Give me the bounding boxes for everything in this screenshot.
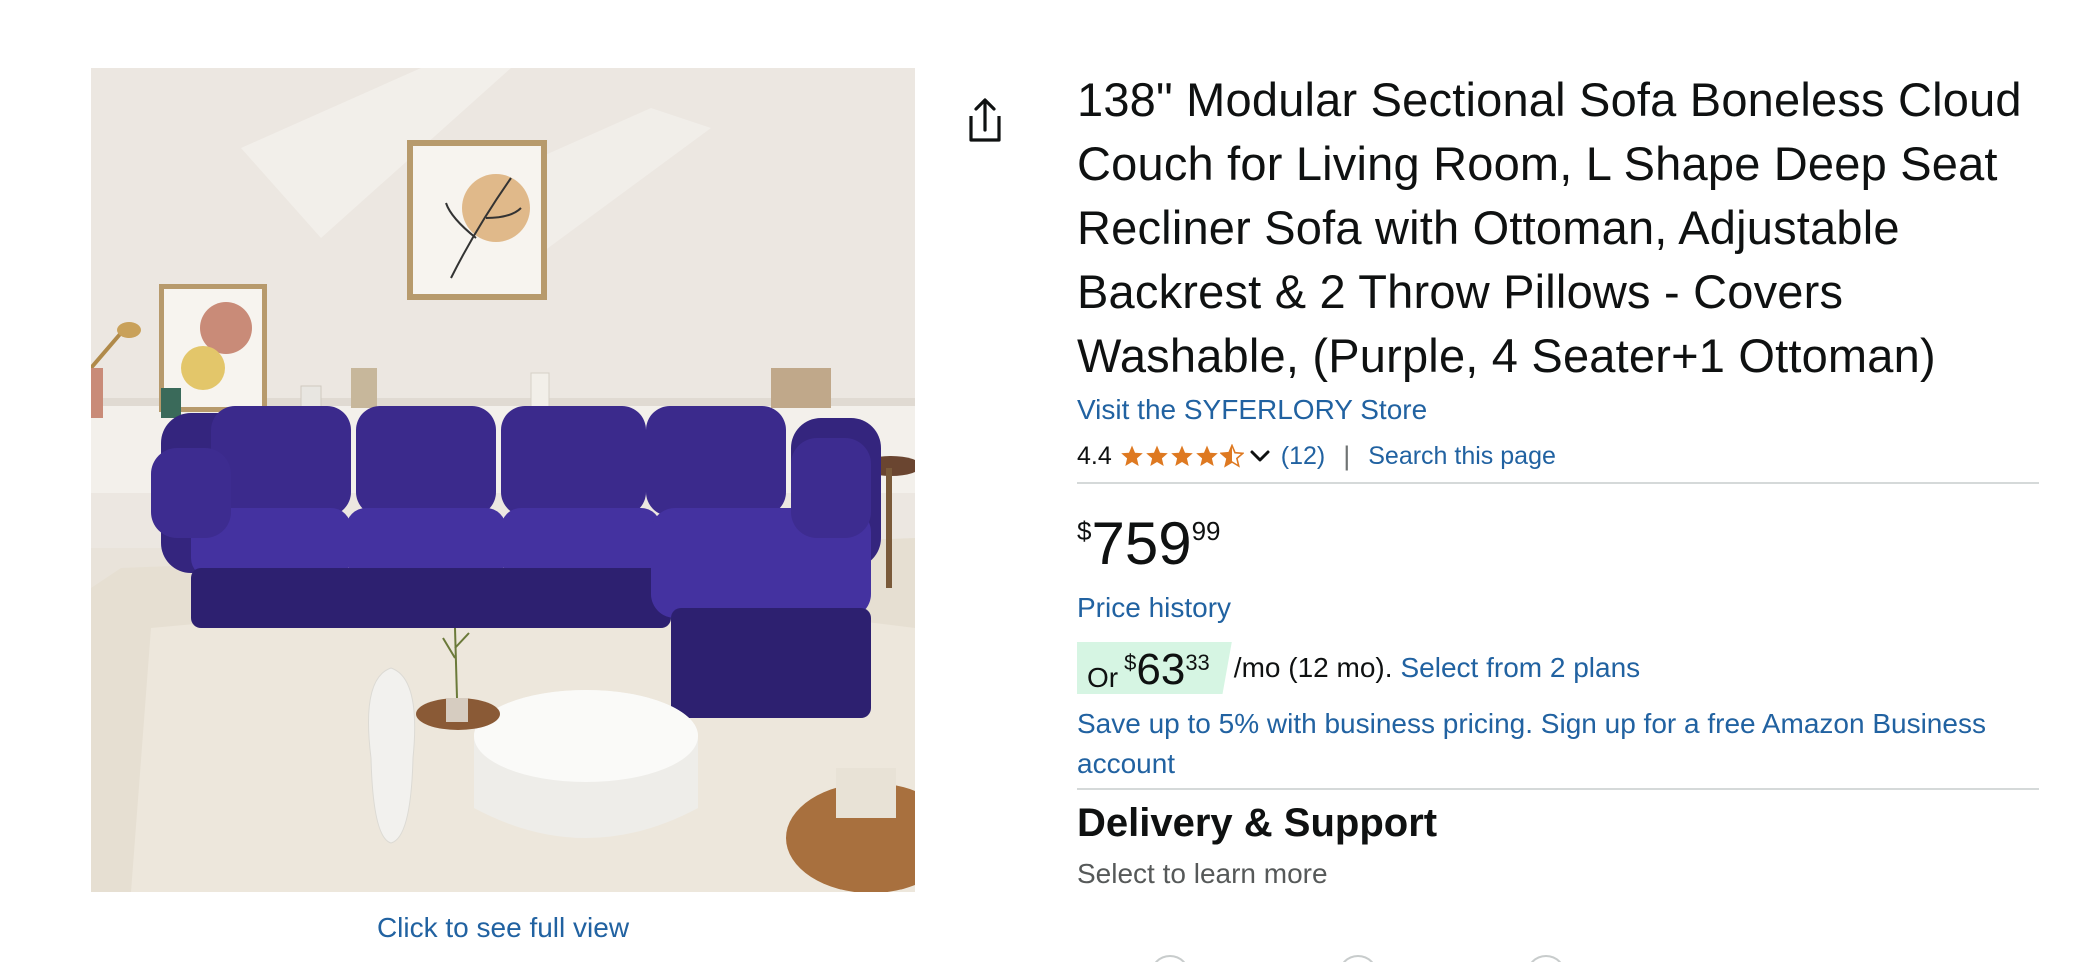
select-plans-link[interactable]: Select from 2 plans (1401, 652, 1641, 684)
monthly-symbol: $ (1124, 650, 1137, 675)
price: $ 759 99 (1077, 510, 2039, 577)
store-link[interactable]: Visit the SYFERLORY Store (1077, 392, 2039, 428)
business-pricing-link[interactable]: Save up to 5% with business pricing. Sig… (1077, 704, 2039, 784)
delivery-subtext: Select to learn more (1077, 858, 1328, 889)
rating-stars[interactable] (1120, 444, 1245, 468)
monthly-prefix: Or (1087, 662, 1119, 693)
star-icon (1195, 445, 1218, 466)
search-page-link[interactable]: Search this page (1368, 442, 1556, 471)
chevron-down-icon[interactable] (1249, 445, 1271, 467)
delivery-option-icon[interactable] (1338, 955, 1378, 962)
monthly-whole: 63 (1136, 645, 1186, 694)
star-icon (1170, 445, 1193, 466)
divider (1077, 788, 2039, 790)
monthly-payment-row: Or $ 63 33 /mo (12 mo). Select from 2 pl… (1077, 642, 2039, 694)
monthly-term: /mo (12 mo). (1233, 652, 1393, 683)
price-fraction: 99 (1191, 516, 1221, 546)
full-view-link[interactable]: Click to see full view (91, 912, 915, 944)
star-icon (1145, 445, 1168, 466)
delivery-option-icon[interactable] (1150, 955, 1190, 962)
price-symbol: $ (1077, 516, 1092, 546)
delivery-option-icon[interactable] (1526, 955, 1566, 962)
divider (1077, 482, 2039, 484)
product-image[interactable] (91, 68, 915, 892)
delivery-heading[interactable]: Delivery & Support (1077, 798, 2039, 848)
star-icon (1120, 445, 1143, 466)
image-block: Click to see full view (91, 68, 915, 944)
rating-count-link[interactable]: (12) (1281, 442, 1325, 471)
price-history-link[interactable]: Price history (1077, 590, 2039, 626)
monthly-fraction: 33 (1185, 650, 1210, 675)
monthly-price-badge: Or $ 63 33 (1077, 642, 1232, 694)
half-star-icon (1219, 444, 1244, 468)
sofa-photo (91, 68, 915, 892)
rating-row: 4.4 (12) | Search this page (1077, 436, 2039, 476)
rating-separator: | (1343, 440, 1351, 471)
rating-value: 4.4 (1077, 441, 1112, 470)
price-whole: 759 (1091, 510, 1192, 577)
product-title: 138" Modular Sectional Sofa Boneless Clo… (1077, 73, 2022, 382)
share-icon (969, 98, 1001, 142)
product-info: 138" Modular Sectional Sofa Boneless Clo… (1077, 68, 2039, 892)
share-button[interactable] (962, 96, 1008, 146)
